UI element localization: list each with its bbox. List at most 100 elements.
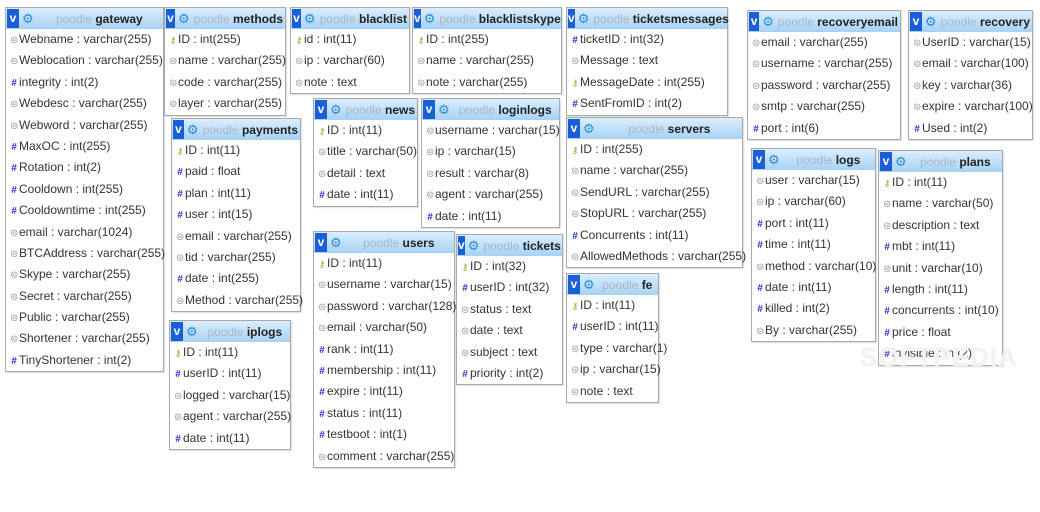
- column-row[interactable]: ⊜username : varchar(15): [422, 120, 560, 141]
- column-row[interactable]: ⊜StopURL : varchar(255): [567, 203, 742, 224]
- column-row[interactable]: # priority : int(2): [457, 363, 562, 384]
- column-row[interactable]: ⊜type : varchar(1): [567, 338, 667, 359]
- column-row[interactable]: ⊜description : text: [879, 215, 1002, 236]
- column-row[interactable]: # date : int(11): [170, 428, 290, 449]
- collapse-toggle-button[interactable]: v: [568, 119, 580, 138]
- table-loginlogs[interactable]: v ⚙ poodle loginlogs ⊜username : varchar(…: [421, 98, 560, 228]
- gear-icon[interactable]: ⚙: [424, 11, 436, 27]
- column-row[interactable]: ⊜email : varchar(255): [172, 226, 300, 247]
- table-logs[interactable]: v ⚙ poodle logs ⊜user : varchar(15) ⊜ip : …: [751, 148, 876, 343]
- column-row[interactable]: ⚷ ID : int(255): [567, 139, 742, 160]
- column-row[interactable]: # date : int(11): [422, 206, 559, 227]
- column-row[interactable]: ⚷ ID : int(32): [457, 256, 562, 277]
- column-row[interactable]: # mbt : int(11): [879, 236, 1002, 257]
- column-row[interactable]: ⊜Webword : varchar(255): [6, 115, 163, 136]
- column-row[interactable]: ⚷ MessageDate : int(255): [567, 72, 727, 93]
- column-row[interactable]: ⊜expire : varchar(100): [909, 96, 1033, 117]
- column-row[interactable]: ⊜By : varchar(255): [752, 320, 875, 341]
- column-row[interactable]: ⊜email : varchar(100): [909, 53, 1032, 74]
- table-header[interactable]: v ⚙ poodle plans: [879, 151, 1002, 172]
- gear-icon[interactable]: ⚙: [578, 11, 590, 27]
- gear-icon[interactable]: ⚙: [768, 152, 780, 168]
- column-row[interactable]: # TinyShortener : int(2): [6, 350, 163, 371]
- column-row[interactable]: ⊜Public : varchar(255): [6, 307, 163, 328]
- table-gateway[interactable]: v ⚙ poodle gateway ⊜Webname : varchar(255…: [5, 7, 165, 373]
- column-row[interactable]: # date : int(255): [172, 268, 300, 289]
- column-row[interactable]: ⊜note : text: [567, 381, 658, 402]
- gear-icon[interactable]: ⚙: [925, 14, 937, 30]
- table-header[interactable]: v ⚙ poodle iplogs: [170, 321, 290, 342]
- table-blacklist[interactable]: v ⚙ poodle blacklist ⚷ id : int(11) ⊜ip : v…: [290, 7, 410, 95]
- collapse-toggle-button[interactable]: v: [458, 236, 465, 255]
- table-recovery[interactable]: v ⚙ poodle recovery ⊜UserID : varchar(15)…: [908, 10, 1033, 140]
- gear-icon[interactable]: ⚙: [583, 277, 595, 293]
- column-row[interactable]: ⊜Method : varchar(255): [172, 290, 303, 311]
- column-row[interactable]: ⊜comment : varchar(255): [314, 446, 454, 467]
- column-row[interactable]: ⊜note : varchar(255): [413, 72, 561, 93]
- column-row[interactable]: ⊜status : text: [457, 299, 562, 320]
- table-iplogs[interactable]: v ⚙ poodle iplogs ⚷ ID : int(11) # userID : …: [169, 320, 291, 450]
- column-row[interactable]: ⊜Skype : varchar(255): [6, 264, 163, 285]
- table-blacklistskype[interactable]: v ⚙ poodle blacklistskype ⚷ ID : int(255) ⊜…: [412, 7, 562, 95]
- column-row[interactable]: ⊜name : varchar(255): [165, 50, 286, 71]
- column-row[interactable]: # ticketID : int(32): [567, 29, 727, 50]
- column-row[interactable]: # testboot : int(1): [314, 424, 454, 445]
- column-row[interactable]: ⊜Secret : varchar(255): [6, 286, 163, 307]
- column-row[interactable]: ⊜title : varchar(50): [314, 141, 417, 162]
- column-row[interactable]: ⊜tid : varchar(255): [172, 247, 300, 268]
- column-row[interactable]: ⚷ ID : int(255): [413, 29, 561, 50]
- table-users[interactable]: v ⚙ poodle users ⚷ ID : int(11) ⊜username :…: [313, 231, 456, 468]
- gear-icon[interactable]: ⚙: [895, 154, 907, 170]
- column-row[interactable]: ⊜subject : text: [457, 342, 562, 363]
- column-row[interactable]: # Cooldowntime : int(255): [6, 200, 163, 221]
- column-row[interactable]: # killed : int(2): [752, 298, 875, 319]
- column-row[interactable]: # SentFromID : int(2): [567, 93, 727, 114]
- collapse-toggle-button[interactable]: v: [568, 9, 575, 28]
- collapse-toggle-button[interactable]: v: [910, 12, 922, 31]
- table-news[interactable]: v ⚙ poodle news ⚷ ID : int(11) ⊜title : var…: [313, 98, 418, 207]
- table-payments[interactable]: v ⚙ poodle payments ⚷ ID : int(11) # paid : …: [171, 118, 303, 313]
- column-row[interactable]: # userID : int(11): [170, 363, 290, 384]
- column-row[interactable]: ⊜name : varchar(255): [413, 50, 561, 71]
- column-row[interactable]: ⚷ ID : int(11): [567, 295, 658, 316]
- table-recoveryemail[interactable]: v ⚙ poodle recoveryemail ⊜email : varchar…: [747, 10, 901, 140]
- table-tickets[interactable]: v ⚙ poodle tickets ⚷ ID : int(32) # userID :…: [456, 234, 563, 386]
- table-header[interactable]: v ⚙ poodle ticketsmessages: [567, 8, 729, 29]
- column-row[interactable]: ⊜key : varchar(36): [909, 75, 1032, 96]
- column-row[interactable]: ⚷ ID : int(11): [314, 120, 417, 141]
- column-row[interactable]: # status : int(11): [314, 403, 454, 424]
- column-row[interactable]: # user : int(15): [172, 204, 300, 225]
- collapse-toggle-button[interactable]: v: [423, 100, 435, 119]
- column-row[interactable]: ⊜username : varchar(15): [314, 274, 454, 295]
- column-row[interactable]: # expire : int(11): [314, 381, 454, 402]
- column-row[interactable]: ⚷ ID : int(11): [172, 140, 300, 161]
- column-row[interactable]: # MaxOC : int(255): [6, 136, 163, 157]
- table-header[interactable]: v ⚙ poodle blacklist: [291, 8, 409, 29]
- column-row[interactable]: ⊜note : text: [291, 72, 409, 93]
- collapse-toggle-button[interactable]: v: [315, 100, 327, 119]
- column-row[interactable]: # length : int(11): [879, 279, 1002, 300]
- column-row[interactable]: ⊜user : varchar(15): [752, 170, 875, 191]
- table-ticketsmessages[interactable]: v ⚙ poodle ticketsmessages # ticketID : in…: [566, 7, 729, 116]
- column-row[interactable]: ⊜Webname : varchar(255): [6, 29, 163, 50]
- column-row[interactable]: # time : int(11): [752, 234, 875, 255]
- column-row[interactable]: ⊜ip : varchar(15): [422, 141, 559, 162]
- column-row[interactable]: ⊜unit : varchar(10): [879, 258, 1002, 279]
- column-row[interactable]: ⚷ ID : int(11): [170, 342, 290, 363]
- column-row[interactable]: ⊜name : varchar(255): [567, 160, 742, 181]
- table-header[interactable]: v ⚙ poodle fe: [567, 274, 658, 295]
- column-row[interactable]: ⊜username : varchar(255): [748, 53, 900, 74]
- column-row[interactable]: # userID : int(32): [457, 277, 562, 298]
- column-row[interactable]: ⚷ ID : int(255): [165, 29, 285, 50]
- column-row[interactable]: ⊜agent : varchar(255): [170, 406, 291, 427]
- column-row[interactable]: ⚷ ID : int(11): [314, 253, 454, 274]
- table-header[interactable]: v ⚙ poodle news: [314, 99, 417, 120]
- column-row[interactable]: # Cooldown : int(255): [6, 179, 163, 200]
- gear-icon[interactable]: ⚙: [187, 122, 199, 138]
- table-header[interactable]: v ⚙ poodle payments: [172, 119, 300, 140]
- column-row[interactable]: ⊜ip : varchar(60): [752, 191, 875, 212]
- column-row[interactable]: ⊜Message : text: [567, 50, 727, 71]
- collapse-toggle-button[interactable]: v: [7, 9, 19, 28]
- column-row[interactable]: ⊜date : text: [457, 320, 562, 341]
- column-row[interactable]: # concurrents : int(10): [879, 300, 1002, 321]
